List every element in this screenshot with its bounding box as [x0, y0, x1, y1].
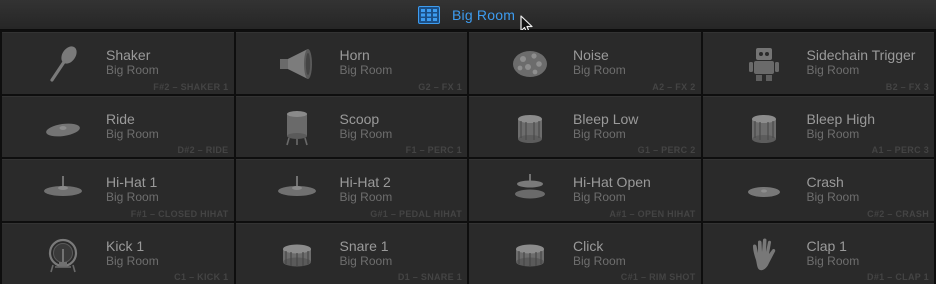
kit-selector-button[interactable]: Big Room	[418, 5, 515, 25]
drum-icon	[507, 109, 553, 147]
pad-kit-name: Big Room	[106, 63, 159, 77]
ride-cymbal-icon	[40, 109, 86, 147]
pad-note-label: G1 – PERC 2	[637, 145, 696, 155]
drum-pad-crash[interactable]: Crash Big Room C#2 – CRASH	[702, 159, 934, 221]
pad-kit-name: Big Room	[806, 126, 860, 141]
pad-note-label: B2 – FX 3	[885, 81, 929, 92]
pad-kit-name: Big Room	[339, 253, 393, 268]
pad-name: Crash	[806, 174, 844, 190]
hihat-icon	[40, 172, 86, 210]
pad-name: Bleep Low	[573, 110, 639, 127]
pad-note-label: G#1 – PEDAL HIHAT	[370, 208, 462, 219]
pad-note-label: F1 – PERC 1	[405, 145, 462, 155]
drum-pad-clap-1[interactable]: Clap 1 Big Room D#1 – CLAP 1	[702, 222, 934, 284]
drum-pad-kick-1[interactable]: Kick 1 Big Room C1 – KICK 1	[2, 222, 234, 284]
drum-pad-shaker[interactable]: Shaker Big Room F#2 – SHAKER 1	[2, 32, 234, 94]
drum-pad-bleep-high[interactable]: Bleep High Big Room A1 – PERC 3	[702, 95, 934, 157]
drum-icon	[741, 109, 787, 147]
pad-name: Click	[573, 237, 604, 254]
drum-pad-hi-hat-1[interactable]: Hi-Hat 1 Big Room F#1 – CLOSED HIHAT	[2, 159, 234, 221]
pad-note-label: A#1 – OPEN HIHAT	[609, 208, 696, 219]
pad-kit-name: Big Room	[573, 63, 626, 77]
pad-kit-name: Big Room	[106, 126, 159, 141]
pad-kit-name: Big Room	[806, 63, 860, 77]
drum-pad-click[interactable]: Click Big Room C#1 – RIM SHOT	[469, 222, 701, 284]
noise-icon	[507, 45, 553, 83]
kit-header-bar: Big Room	[0, 0, 936, 35]
pad-name: Horn	[339, 47, 370, 63]
pad-name: Hi-Hat 1	[106, 174, 158, 190]
pad-kit-name: Big Room	[339, 190, 393, 204]
pad-kit-name: Big Room	[106, 190, 159, 204]
pad-note-label: C#1 – RIM SHOT	[620, 272, 696, 282]
pad-note-label: G2 – FX 1	[418, 81, 462, 92]
pad-name: Kick 1	[106, 237, 145, 254]
kit-name-label[interactable]: Big Room	[452, 7, 515, 23]
hihat-icon	[274, 172, 320, 210]
pad-kit-name: Big Room	[339, 63, 393, 77]
pad-note-label: F#2 – SHAKER 1	[153, 81, 229, 92]
pad-note-label: D#2 – RIDE	[177, 145, 229, 155]
pad-note-label: C1 – KICK 1	[174, 272, 229, 282]
pad-note-label: A2 – FX 2	[652, 81, 696, 92]
drum-pad-snare-1[interactable]: Snare 1 Big Room D1 – SNARE 1	[235, 222, 467, 284]
pad-name: Hi-Hat Open	[573, 174, 651, 190]
pad-note-label: D1 – SNARE 1	[397, 272, 462, 282]
pad-name: Clap 1	[806, 237, 847, 254]
pad-name: Hi-Hat 2	[339, 174, 391, 190]
drum-pad-ride[interactable]: Ride Big Room D#2 – RIDE	[2, 95, 234, 157]
crash-cymbal-icon	[741, 172, 787, 210]
drum-pad-scoop[interactable]: Scoop Big Room F1 – PERC 1	[235, 95, 467, 157]
scoop-drum-icon	[274, 109, 320, 147]
pad-kit-name: Big Room	[339, 126, 393, 141]
drum-pad-grid: Shaker Big Room F#2 – SHAKER 1 Horn Big …	[0, 30, 936, 284]
horn-icon	[274, 45, 320, 83]
open-hihat-icon	[507, 172, 553, 210]
kick-drum-icon	[40, 236, 86, 274]
pad-kit-name: Big Room	[806, 253, 860, 268]
pad-name: Snare 1	[339, 237, 389, 254]
robot-icon	[741, 45, 787, 83]
pad-kit-name: Big Room	[573, 190, 626, 204]
hand-clap-icon	[741, 236, 787, 274]
pad-kit-name: Big Room	[573, 126, 626, 141]
shaker-icon	[40, 45, 86, 83]
pad-note-label: F#1 – CLOSED HIHAT	[130, 208, 229, 219]
pad-kit-name: Big Room	[106, 253, 159, 268]
pad-name: Noise	[573, 47, 609, 63]
pad-note-label: A1 – PERC 3	[871, 145, 929, 155]
pad-name: Ride	[106, 110, 135, 127]
pad-name: Shaker	[106, 47, 151, 63]
drum-pad-sidechain-trigger[interactable]: Sidechain Trigger Big Room B2 – FX 3	[702, 32, 934, 94]
pad-kit-name: Big Room	[573, 253, 626, 268]
pad-name: Sidechain Trigger	[806, 47, 916, 63]
pad-name: Scoop	[339, 110, 380, 127]
pad-note-label: C#2 – CRASH	[867, 208, 929, 219]
drum-pad-hi-hat-2[interactable]: Hi-Hat 2 Big Room G#1 – PEDAL HIHAT	[235, 159, 467, 221]
pad-note-label: D#1 – CLAP 1	[867, 272, 929, 282]
drum-pad-bleep-low[interactable]: Bleep Low Big Room G1 – PERC 2	[469, 95, 701, 157]
drum-kit-grid-icon	[418, 6, 440, 24]
snare-drum-icon	[274, 236, 320, 274]
drum-pad-horn[interactable]: Horn Big Room G2 – FX 1	[235, 32, 467, 94]
snare-drum-icon	[507, 236, 553, 274]
drum-pad-hi-hat-open[interactable]: Hi-Hat Open Big Room A#1 – OPEN HIHAT	[469, 159, 701, 221]
drum-pad-noise[interactable]: Noise Big Room A2 – FX 2	[469, 32, 701, 94]
pad-name: Bleep High	[806, 110, 876, 127]
pad-kit-name: Big Room	[806, 190, 860, 204]
